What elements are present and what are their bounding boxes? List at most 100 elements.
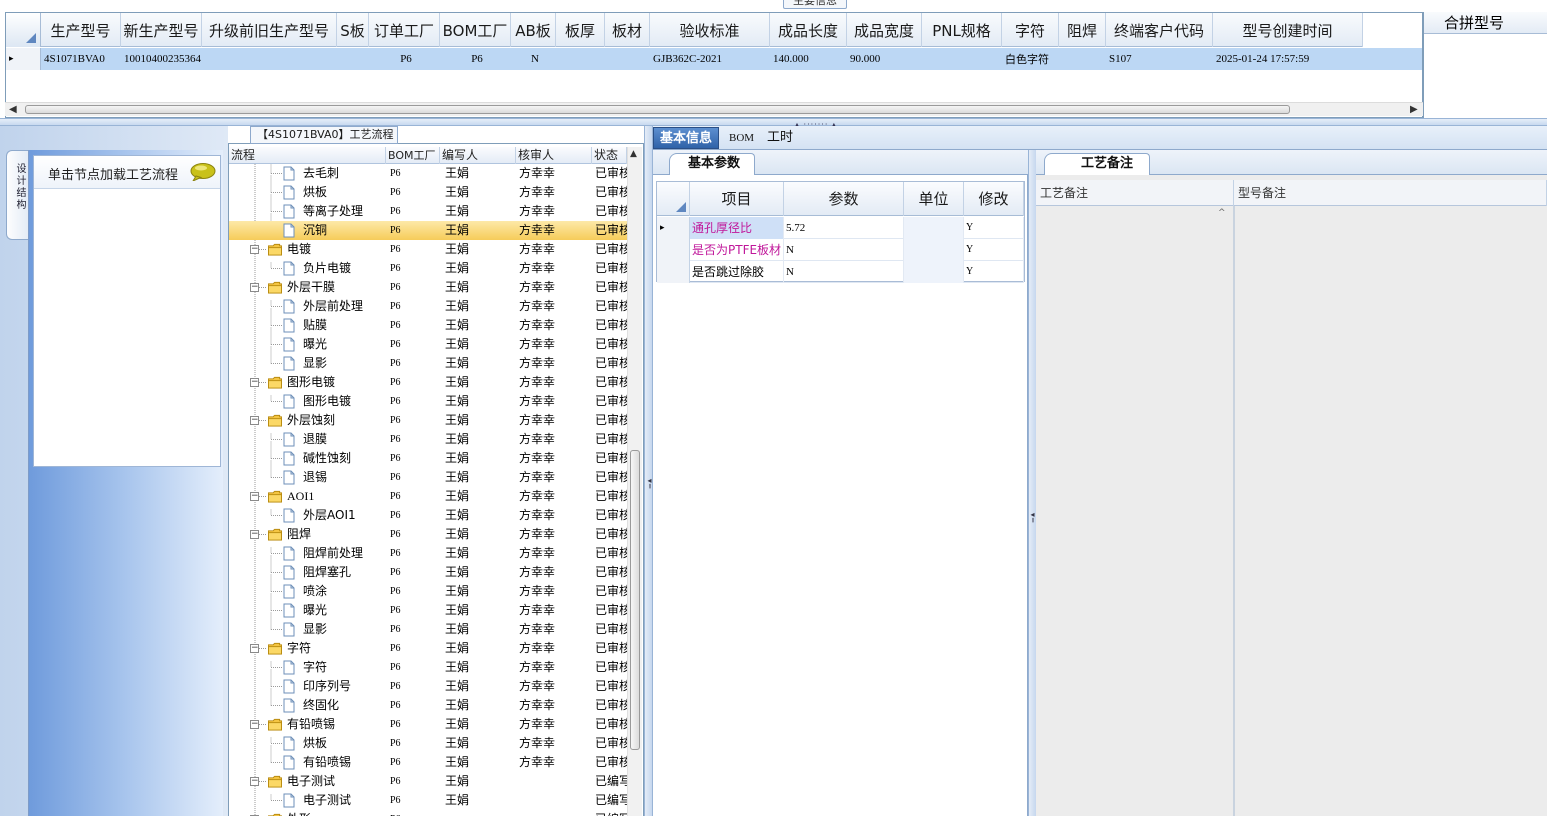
- grid-cell-order-factory[interactable]: P6: [369, 48, 440, 70]
- grid-col-char[interactable]: 字符: [1002, 13, 1059, 47]
- tree-row[interactable]: 显影 P6 王娟 方幸幸 已审核: [229, 620, 627, 639]
- grid-cell-customer-code[interactable]: S107: [1106, 48, 1213, 70]
- tree-row[interactable]: − 字符 P6 王娟 方幸幸 已审核: [229, 639, 627, 658]
- tree-row[interactable]: 等离子处理 P6 王娟 方幸幸 已审核: [229, 202, 627, 221]
- tree-row[interactable]: 曝光 P6 王娟 方幸幸 已审核: [229, 601, 627, 620]
- collapse-icon[interactable]: −: [250, 283, 259, 292]
- tab-design-structure[interactable]: 设计结构: [6, 150, 28, 240]
- collapse-icon[interactable]: −: [250, 245, 259, 254]
- tree-node-label[interactable]: 贴膜: [303, 316, 387, 335]
- grid-cell-pnl[interactable]: [922, 48, 1002, 70]
- tree-col-checker[interactable]: 核审人: [516, 147, 592, 164]
- horizontal-splitter[interactable]: ▴ ······· ▴: [0, 118, 1547, 129]
- params-col-value[interactable]: 参数: [784, 182, 904, 216]
- grid-col-width[interactable]: 成品宽度: [847, 13, 922, 47]
- tree-node-label[interactable]: 烘板: [303, 734, 387, 753]
- param-modify[interactable]: Y: [964, 261, 1024, 283]
- row-selector[interactable]: [657, 239, 690, 261]
- tree-row[interactable]: 终固化 P6 王娟 方幸幸 已审核: [229, 696, 627, 715]
- tree-node-label[interactable]: 去毛刺: [303, 164, 387, 183]
- tree-vertical-scrollbar[interactable]: ▲: [627, 147, 642, 816]
- tree-node-label[interactable]: 显影: [303, 620, 387, 639]
- tab-basic-params[interactable]: 基本参数: [669, 153, 756, 175]
- tree-col-status[interactable]: 状态: [592, 147, 627, 164]
- grid-cell-length[interactable]: 140.000: [770, 48, 847, 70]
- tree-node-label[interactable]: 烘板: [303, 183, 387, 202]
- tree-col-writer[interactable]: 编写人: [440, 147, 516, 164]
- tree-node-label[interactable]: 外层AOI1: [303, 506, 387, 525]
- scroll-up-icon[interactable]: ▲: [630, 149, 637, 159]
- grid-col-ab-board[interactable]: AB板: [511, 13, 556, 47]
- table-row[interactable]: ▸ 4S1071BVA0 10010400235364 P6 P6 N GJB362C-2…: [6, 48, 1422, 70]
- tree-node-label[interactable]: 喷涂: [303, 582, 387, 601]
- tree-row[interactable]: 阻焊前处理 P6 王娟 方幸幸 已审核: [229, 544, 627, 563]
- grid-cell-s-board[interactable]: [337, 48, 369, 70]
- grid-col-created[interactable]: 型号创建时间: [1213, 13, 1363, 47]
- grid-cell-created[interactable]: 2025-01-24 17:57:59: [1213, 48, 1363, 70]
- collapse-icon[interactable]: −: [250, 777, 259, 786]
- tree-node-label[interactable]: 电子测试: [287, 772, 387, 791]
- collapse-icon[interactable]: −: [250, 492, 259, 501]
- grid-col-s-board[interactable]: S板: [337, 13, 369, 47]
- scroll-left-icon[interactable]: ◀: [9, 104, 17, 115]
- tree-row[interactable]: 负片电镀 P6 王娟 方幸幸 已审核: [229, 259, 627, 278]
- grid-col-solder[interactable]: 阻焊: [1059, 13, 1106, 47]
- tree-node-label[interactable]: 印序列号: [303, 677, 387, 696]
- tree-node-label[interactable]: 外形: [287, 810, 387, 816]
- tree-row[interactable]: 去毛刺 P6 王娟 方幸幸 已审核: [229, 164, 627, 183]
- tree-row[interactable]: 字符 P6 王娟 方幸幸 已审核: [229, 658, 627, 677]
- param-row[interactable]: 是否为PTFE板材 N Y: [657, 239, 1024, 261]
- tree-node-label[interactable]: 终固化: [303, 696, 387, 715]
- param-unit[interactable]: [904, 217, 964, 239]
- tree-row[interactable]: 显影 P6 王娟 方幸幸 已审核: [229, 354, 627, 373]
- tree-row[interactable]: 阻焊塞孔 P6 王娟 方幸幸 已审核: [229, 563, 627, 582]
- grid-cell-material[interactable]: [605, 48, 650, 70]
- tree-node-label[interactable]: 电子测试: [303, 791, 387, 810]
- grid-cell-ab-board[interactable]: N: [511, 48, 556, 70]
- tree-node-label[interactable]: 阻焊塞孔: [303, 563, 387, 582]
- collapse-icon[interactable]: −: [250, 644, 259, 653]
- tree-row[interactable]: 喷涂 P6 王娟 方幸幸 已审核: [229, 582, 627, 601]
- tree-node-label[interactable]: 外层前处理: [303, 297, 387, 316]
- tree-node-label[interactable]: 字符: [287, 639, 387, 658]
- vertical-splitter[interactable]: ◂········: [1028, 150, 1037, 816]
- tree-node-label[interactable]: 阻焊前处理: [303, 544, 387, 563]
- grid-col-bom-factory[interactable]: BOM工厂: [440, 13, 511, 47]
- tree-row[interactable]: 有铅喷锡 P6 王娟 方幸幸 已审核: [229, 753, 627, 772]
- grid-col-thickness[interactable]: 板厚: [556, 13, 605, 47]
- grid-cell-old-model[interactable]: [202, 48, 337, 70]
- param-modify[interactable]: Y: [964, 217, 1024, 239]
- tree-node-label[interactable]: 曝光: [303, 601, 387, 620]
- tree-node-label[interactable]: 外层蚀刻: [287, 411, 387, 430]
- tree-row[interactable]: 图形电镀 P6 王娟 方幸幸 已审核: [229, 392, 627, 411]
- grid-col-new-model[interactable]: 新生产型号: [121, 13, 202, 47]
- param-value[interactable]: 5.72: [784, 217, 904, 239]
- tree-node-label[interactable]: 图形电镀: [303, 392, 387, 411]
- grid-corner-sort-icon[interactable]: [657, 182, 690, 216]
- tree-node-label[interactable]: 有铅喷锡: [287, 715, 387, 734]
- tree-node-label[interactable]: 曝光: [303, 335, 387, 354]
- grid-col-old-model[interactable]: 升级前旧生产型号: [202, 13, 337, 47]
- tree-node-label[interactable]: 图形电镀: [287, 373, 387, 392]
- param-modify[interactable]: Y: [964, 239, 1024, 261]
- grid-col-material[interactable]: 板材: [605, 13, 650, 47]
- grid-corner-sort-icon[interactable]: [6, 13, 41, 47]
- tab-bom[interactable]: BOM: [723, 127, 760, 149]
- grid-cell-char[interactable]: 白色字符: [1002, 48, 1059, 70]
- grid-col-pnl[interactable]: PNL规格: [922, 13, 1002, 47]
- structure-tree-box[interactable]: 单击节点加载工艺流程: [33, 155, 221, 467]
- tree-node-label[interactable]: 外层干膜: [287, 278, 387, 297]
- tree-node-label[interactable]: 退膜: [303, 430, 387, 449]
- tree-row[interactable]: − 电镀 P6 王娟 方幸幸 已审核: [229, 240, 627, 259]
- tree-row[interactable]: −外形P6已编写: [229, 810, 627, 816]
- grid-cell-new-model[interactable]: 10010400235364: [121, 48, 202, 70]
- tree-row[interactable]: 碱性蚀刻 P6 王娟 方幸幸 已审核: [229, 449, 627, 468]
- tree-col-bom-factory[interactable]: BOM工厂: [386, 147, 440, 164]
- tree-node-label[interactable]: 等离子处理: [303, 202, 387, 221]
- param-row[interactable]: 是否跳过除胶 N Y: [657, 261, 1024, 283]
- params-col-modify[interactable]: 修改: [964, 182, 1024, 216]
- grid-horizontal-scrollbar[interactable]: ◀ ▶: [5, 102, 1423, 116]
- collapse-icon[interactable]: −: [250, 530, 259, 539]
- grid-col-model[interactable]: 生产型号: [41, 13, 121, 47]
- tab-process-notes[interactable]: 工艺备注: [1044, 153, 1151, 175]
